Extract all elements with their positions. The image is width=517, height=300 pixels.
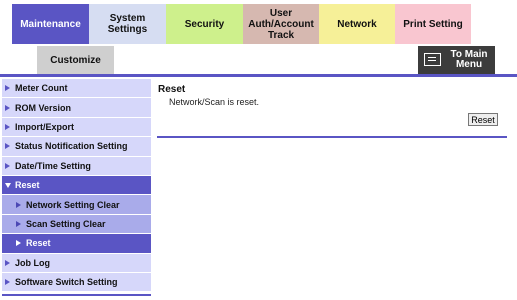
- main-menu-icon: [424, 53, 441, 66]
- sidebar-item-label: Reset: [15, 180, 40, 191]
- sidebar-item-reset[interactable]: Reset: [2, 175, 151, 196]
- sidebar-item-label: Reset: [26, 238, 51, 249]
- sidebar-item-date-time[interactable]: Date/Time Setting: [2, 156, 151, 176]
- to-main-menu-label: To Main Menu: [450, 49, 488, 70]
- chevron-right-icon: [5, 104, 10, 111]
- header-divider: [0, 74, 517, 77]
- chevron-right-icon: [5, 259, 10, 266]
- chevron-right-icon: [5, 279, 10, 286]
- page-title: Reset: [158, 84, 186, 95]
- sidebar-item-label: Job Log: [15, 257, 50, 268]
- sidebar-item-label: Meter Count: [15, 83, 68, 94]
- sidebar-item-label: Scan Setting Clear: [26, 218, 106, 229]
- chevron-right-icon: [5, 143, 10, 150]
- sidebar-item-meter-count[interactable]: Meter Count: [2, 79, 151, 99]
- chevron-right-icon: [16, 201, 21, 208]
- chevron-down-icon: [5, 182, 11, 188]
- reset-button[interactable]: Reset: [468, 113, 498, 126]
- sidebar-item-label: Import/Export: [15, 121, 75, 132]
- tab-network[interactable]: Network: [319, 4, 395, 44]
- sidebar-item-rom-version[interactable]: ROM Version: [2, 98, 151, 118]
- sidebar-subitem-scan-setting-clear[interactable]: Scan Setting Clear: [2, 214, 151, 235]
- tab-maintenance[interactable]: Maintenance: [12, 4, 89, 44]
- tab-security[interactable]: Security: [166, 4, 243, 44]
- tab-system-settings[interactable]: System Settings: [89, 4, 166, 44]
- to-main-menu-button[interactable]: To Main Menu: [418, 46, 495, 74]
- chevron-right-icon: [5, 85, 10, 92]
- sidebar-item-software-switch[interactable]: Software Switch Setting: [2, 272, 151, 293]
- sidebar-item-label: Software Switch Setting: [15, 277, 118, 288]
- tab-user-auth-account-track[interactable]: User Auth/Account Track: [243, 4, 319, 44]
- status-message: Network/Scan is reset.: [169, 97, 260, 107]
- tab-customize[interactable]: Customize: [37, 46, 114, 74]
- sidebar-subitem-reset[interactable]: Reset: [2, 234, 151, 254]
- sidebar-item-status-notification[interactable]: Status Notification Setting: [2, 137, 151, 157]
- sidebar-item-label: Date/Time Setting: [15, 160, 91, 171]
- sidebar-subitem-network-setting-clear[interactable]: Network Setting Clear: [2, 195, 151, 215]
- sidebar-item-import-export[interactable]: Import/Export: [2, 117, 151, 138]
- sidebar-item-label: ROM Version: [15, 102, 72, 113]
- sidebar-item-label: Network Setting Clear: [26, 199, 120, 210]
- chevron-right-icon: [16, 240, 21, 247]
- content-divider: [157, 136, 507, 138]
- sidebar-item-label: Status Notification Setting: [15, 141, 128, 152]
- sidebar-item-job-log[interactable]: Job Log: [2, 253, 151, 273]
- chevron-right-icon: [16, 220, 21, 227]
- chevron-right-icon: [5, 162, 10, 169]
- sidebar-divider: [2, 294, 151, 296]
- chevron-right-icon: [5, 123, 10, 130]
- tab-print-setting[interactable]: Print Setting: [395, 4, 471, 44]
- sidebar: Meter Count ROM Version Import/Export St…: [2, 79, 151, 293]
